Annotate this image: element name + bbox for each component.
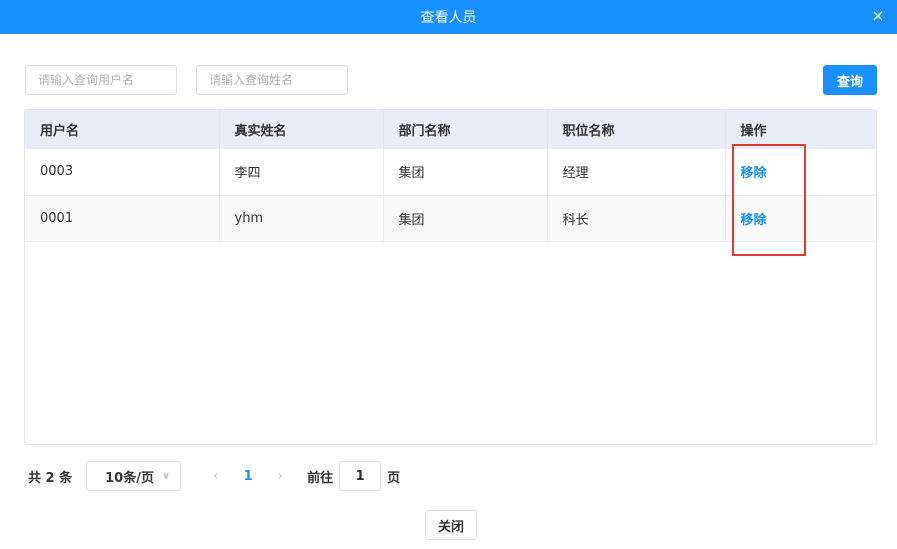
goto-unit-label: 页 [387,470,401,486]
column-header-realname: 真实姓名 [219,110,384,149]
column-header-username: 用户名 [25,110,220,149]
total-count: 共 2 条 [28,470,73,486]
username-search-input[interactable] [25,65,177,95]
remove-link[interactable]: 移除 [741,166,767,181]
table-header-row: 用户名 真实姓名 部门名称 职位名称 操作 [25,110,876,149]
cell-realname: 李四 [219,149,384,195]
cell-department: 集团 [383,195,548,241]
cell-action: 移除 [725,149,876,195]
next-page-icon[interactable]: › [267,468,293,484]
remove-link[interactable]: 移除 [741,213,767,228]
dialog-title: 查看人员 [420,10,477,26]
page-size-select[interactable]: 10条/页 ∨ [86,461,182,491]
prev-page-icon[interactable]: ‹ [203,468,229,484]
close-icon[interactable]: × [869,7,887,25]
realname-search-input[interactable] [196,65,348,95]
dialog-header: 查看人员 × [0,0,897,34]
pagination: 共 2 条 10条/页 ∨ ‹ 1 › 前往 页 [28,461,400,491]
cell-realname: yhm [219,195,384,241]
cell-username: 0001 [25,195,220,241]
cell-position: 科长 [547,195,726,241]
goto-page-input[interactable] [339,461,382,491]
column-header-department: 部门名称 [383,110,548,149]
column-header-action: 操作 [740,124,767,139]
column-header-position: 职位名称 [547,110,726,149]
page-number-current[interactable]: 1 [235,469,261,484]
goto-label: 前往 [307,470,334,486]
cell-department: 集团 [383,149,548,195]
chevron-down-icon: ∨ [161,470,171,482]
personnel-table: 用户名 真实姓名 部门名称 职位名称 操作 0003 李四 集团 经理 移除 0… [24,109,877,445]
table-row: 0003 李四 集团 经理 移除 [25,149,876,195]
cell-username: 0003 [25,149,220,195]
table-row: 0001 yhm 集团 科长 移除 [25,195,876,241]
page-size-value: 10条/页 [105,470,154,486]
cell-action: 移除 [725,195,876,241]
close-button[interactable]: 关闭 [425,510,477,540]
query-button[interactable]: 查询 [823,65,877,95]
cell-position: 经理 [547,149,726,195]
